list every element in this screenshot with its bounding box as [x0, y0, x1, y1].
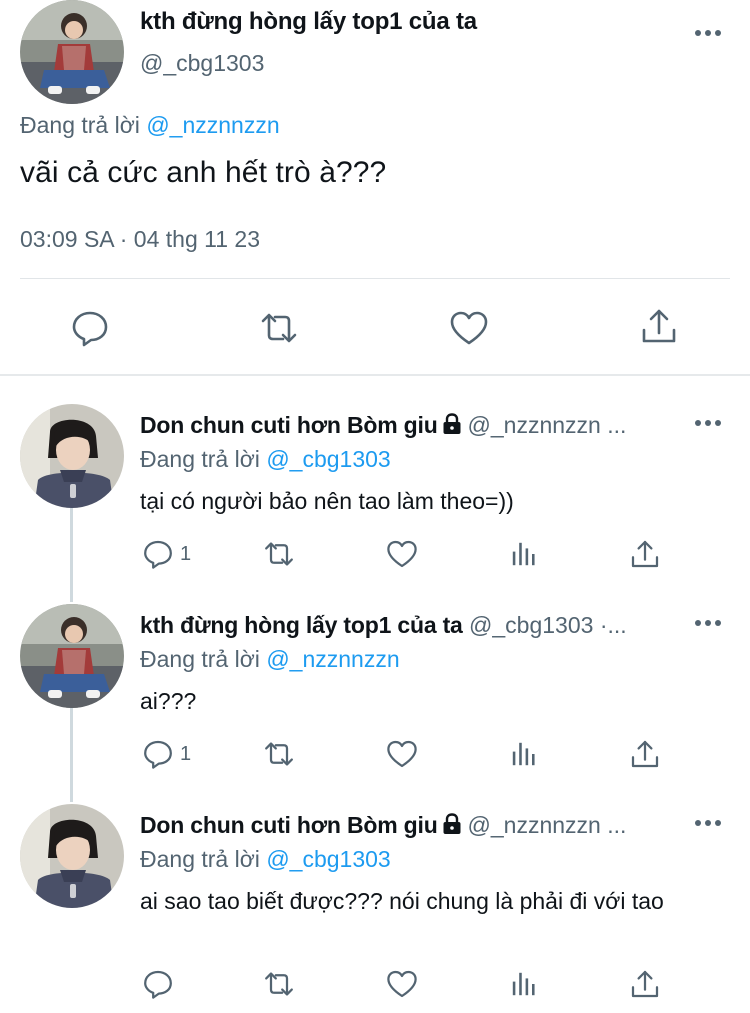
display-name[interactable]: kth đừng hòng lấy top1 của ta	[140, 612, 463, 638]
lock-icon	[443, 813, 461, 834]
reply-count: 1	[180, 742, 192, 765]
like-icon[interactable]	[386, 968, 418, 1000]
reply-icon[interactable]	[70, 308, 110, 348]
share-icon[interactable]	[629, 538, 661, 570]
views-icon[interactable]	[508, 738, 540, 770]
handle[interactable]: @_nzznnzzn ...	[468, 412, 627, 438]
main-tweet: kth đừng hòng lấy top1 của ta @_cbg1303 …	[0, 0, 750, 375]
more-options-icon[interactable]	[695, 818, 723, 828]
avatar[interactable]	[20, 404, 124, 508]
share-icon[interactable]	[629, 968, 661, 1000]
more-options-icon[interactable]	[695, 28, 723, 38]
avatar[interactable]	[20, 604, 124, 708]
tweet-actions: 1	[0, 538, 750, 574]
avatar-photo-a	[20, 0, 124, 104]
section-divider	[0, 374, 750, 376]
reply-tweet[interactable]: kth đừng hòng lấy top1 của ta @_cbg1303 …	[0, 604, 750, 804]
like-icon[interactable]	[386, 738, 418, 770]
tweet-timestamp[interactable]: 03:09 SA · 04 thg 11 23	[20, 226, 260, 253]
replying-to-link[interactable]: @_nzznnzzn	[146, 112, 279, 138]
avatar-photo-b	[20, 404, 124, 508]
reply-header: kth đừng hòng lấy top1 của ta @_cbg1303 …	[140, 612, 688, 639]
replying-to: Đang trả lời @_cbg1303	[140, 846, 391, 873]
replying-prefix: Đang trả lời	[140, 446, 260, 472]
retweet-icon[interactable]	[263, 538, 295, 570]
tweet-actions	[0, 968, 750, 1004]
replying-to: Đang trả lời @_cbg1303	[140, 446, 391, 473]
like-icon[interactable]	[386, 538, 418, 570]
retweet-icon[interactable]	[263, 738, 295, 770]
avatar[interactable]	[20, 804, 124, 908]
reply-button[interactable]: 1	[142, 538, 191, 570]
display-name[interactable]: kth đừng hòng lấy top1 của ta	[140, 8, 477, 36]
replying-to-link[interactable]: @_cbg1303	[266, 846, 390, 872]
replying-to-link[interactable]: @_cbg1303	[266, 446, 390, 472]
share-icon[interactable]	[629, 738, 661, 770]
reply-button[interactable]: 1	[142, 738, 191, 770]
display-name[interactable]: Don chun cuti hơn Bòm giu	[140, 812, 438, 838]
reply-tweet[interactable]: Don chun cuti hơn Bòm giu @_nzznnzzn ... …	[0, 404, 750, 604]
divider	[20, 278, 730, 279]
reply-header: Don chun cuti hơn Bòm giu @_nzznnzzn ...	[140, 412, 688, 439]
more-options-icon[interactable]	[695, 618, 723, 628]
lock-icon	[443, 413, 461, 434]
replying-to-link[interactable]: @_nzznnzzn	[266, 646, 399, 672]
reply-count: 1	[180, 542, 192, 565]
tweet-actions: 1	[0, 738, 750, 774]
tweet-text: ai sao tao biết được??? nói chung là phả…	[140, 888, 664, 914]
tweet-text: tại có người bảo nên tao làm theo=))	[140, 488, 514, 514]
retweet-icon[interactable]	[263, 968, 295, 1000]
reply-icon	[144, 970, 172, 999]
retweet-icon[interactable]	[259, 308, 299, 348]
handle[interactable]: @_nzznnzzn ...	[468, 812, 627, 838]
avatar-photo-a	[20, 604, 124, 708]
tweet-text: ai???	[140, 688, 197, 714]
more-options-icon[interactable]	[695, 418, 723, 428]
avatar-photo-b	[20, 804, 124, 908]
views-icon[interactable]	[508, 968, 540, 1000]
share-icon[interactable]	[639, 306, 679, 346]
reply-icon	[144, 740, 172, 769]
display-name[interactable]: Don chun cuti hơn Bòm giu	[140, 412, 438, 438]
reply-tweet[interactable]: Don chun cuti hơn Bòm giu @_nzznnzzn ... …	[0, 804, 750, 1013]
replying-prefix: Đang trả lời	[140, 646, 260, 672]
reply-button[interactable]	[142, 968, 180, 1000]
tweet-text: vãi cả cức anh hết trò à???	[20, 156, 387, 189]
replying-prefix: Đang trả lời	[140, 846, 260, 872]
replying-to: Đang trả lời @_nzznnzzn	[20, 112, 280, 139]
handle[interactable]: @_cbg1303 ·...	[469, 612, 627, 638]
like-icon[interactable]	[449, 308, 489, 348]
replying-to: Đang trả lời @_nzznnzzn	[140, 646, 400, 673]
replying-prefix: Đang trả lời	[20, 112, 140, 138]
tweet-actions	[0, 300, 750, 356]
views-icon[interactable]	[508, 538, 540, 570]
reply-icon	[144, 540, 172, 569]
reply-header: Don chun cuti hơn Bòm giu @_nzznnzzn ...	[140, 812, 688, 839]
avatar[interactable]	[20, 0, 124, 104]
handle[interactable]: @_cbg1303	[140, 50, 264, 77]
